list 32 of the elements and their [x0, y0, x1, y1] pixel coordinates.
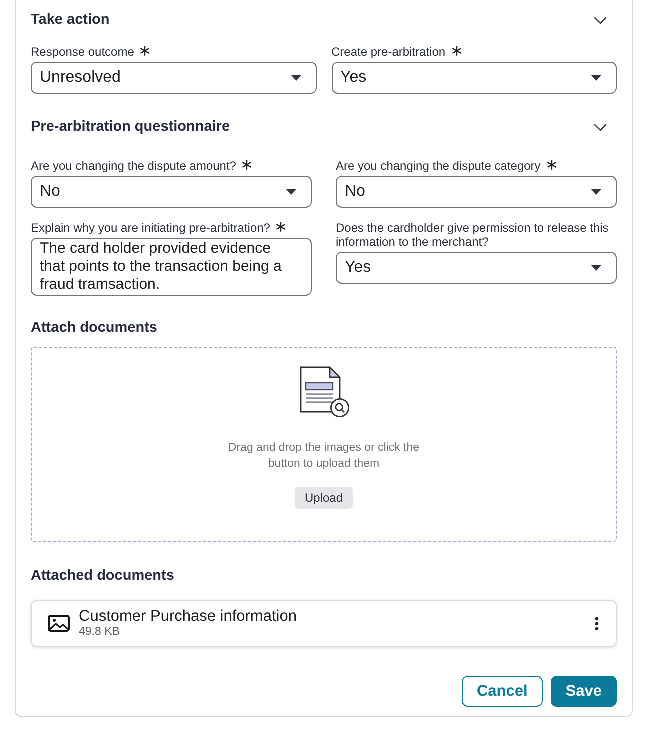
- section-heading: Take action: [31, 11, 110, 30]
- cancel-button[interactable]: Cancel: [462, 676, 543, 707]
- text-area-field[interactable]: The card holder provided evidence that points to the transaction being a fraud tramsaction.: [31, 238, 312, 296]
- section-heading: Attached documents: [31, 567, 174, 586]
- section-heading: Attach documents: [31, 319, 158, 338]
- field-label: Response outcome: [31, 45, 134, 59]
- field-label: Are you changing the dispute category: [336, 159, 541, 173]
- file-name: Customer Purchase information: [79, 608, 297, 626]
- dropdown-field[interactable]: No: [336, 176, 617, 208]
- field-label: Explain why you are initiating pre-arbitration?: [31, 221, 270, 235]
- upload-instructions: Drag and drop the images or click the button to upload them: [227, 441, 421, 472]
- dropdown-field[interactable]: Yes: [332, 62, 617, 94]
- file-size: 49.8 KB: [79, 626, 120, 639]
- field-label: Create pre-arbitration: [332, 45, 446, 59]
- section-heading: Pre-arbitration questionnaire: [31, 118, 230, 137]
- dropdown-field[interactable]: Unresolved: [31, 62, 316, 94]
- field-label: Does the cardholder give permission to release this information to the merchant?: [336, 221, 610, 249]
- dropdown-field[interactable]: No: [31, 176, 312, 208]
- caret-icon: [290, 75, 302, 81]
- caret-icon: [591, 265, 602, 271]
- upload-button[interactable]: Upload: [294, 487, 354, 509]
- more-options-icon[interactable]: [595, 616, 599, 630]
- caret-icon: [591, 75, 602, 81]
- chevron-down-icon[interactable]: [594, 124, 607, 130]
- chevron-down-icon[interactable]: [594, 16, 607, 24]
- drop-zone[interactable]: Drag and drop the images or click the button to upload them Upload: [31, 347, 617, 542]
- save-button[interactable]: Save: [550, 676, 617, 707]
- caret-icon: [591, 189, 602, 195]
- dropdown-field[interactable]: Yes: [336, 252, 617, 284]
- caret-icon: [286, 189, 297, 195]
- field-label: Are you changing the dispute amount?: [31, 159, 236, 173]
- image-icon: [48, 615, 70, 632]
